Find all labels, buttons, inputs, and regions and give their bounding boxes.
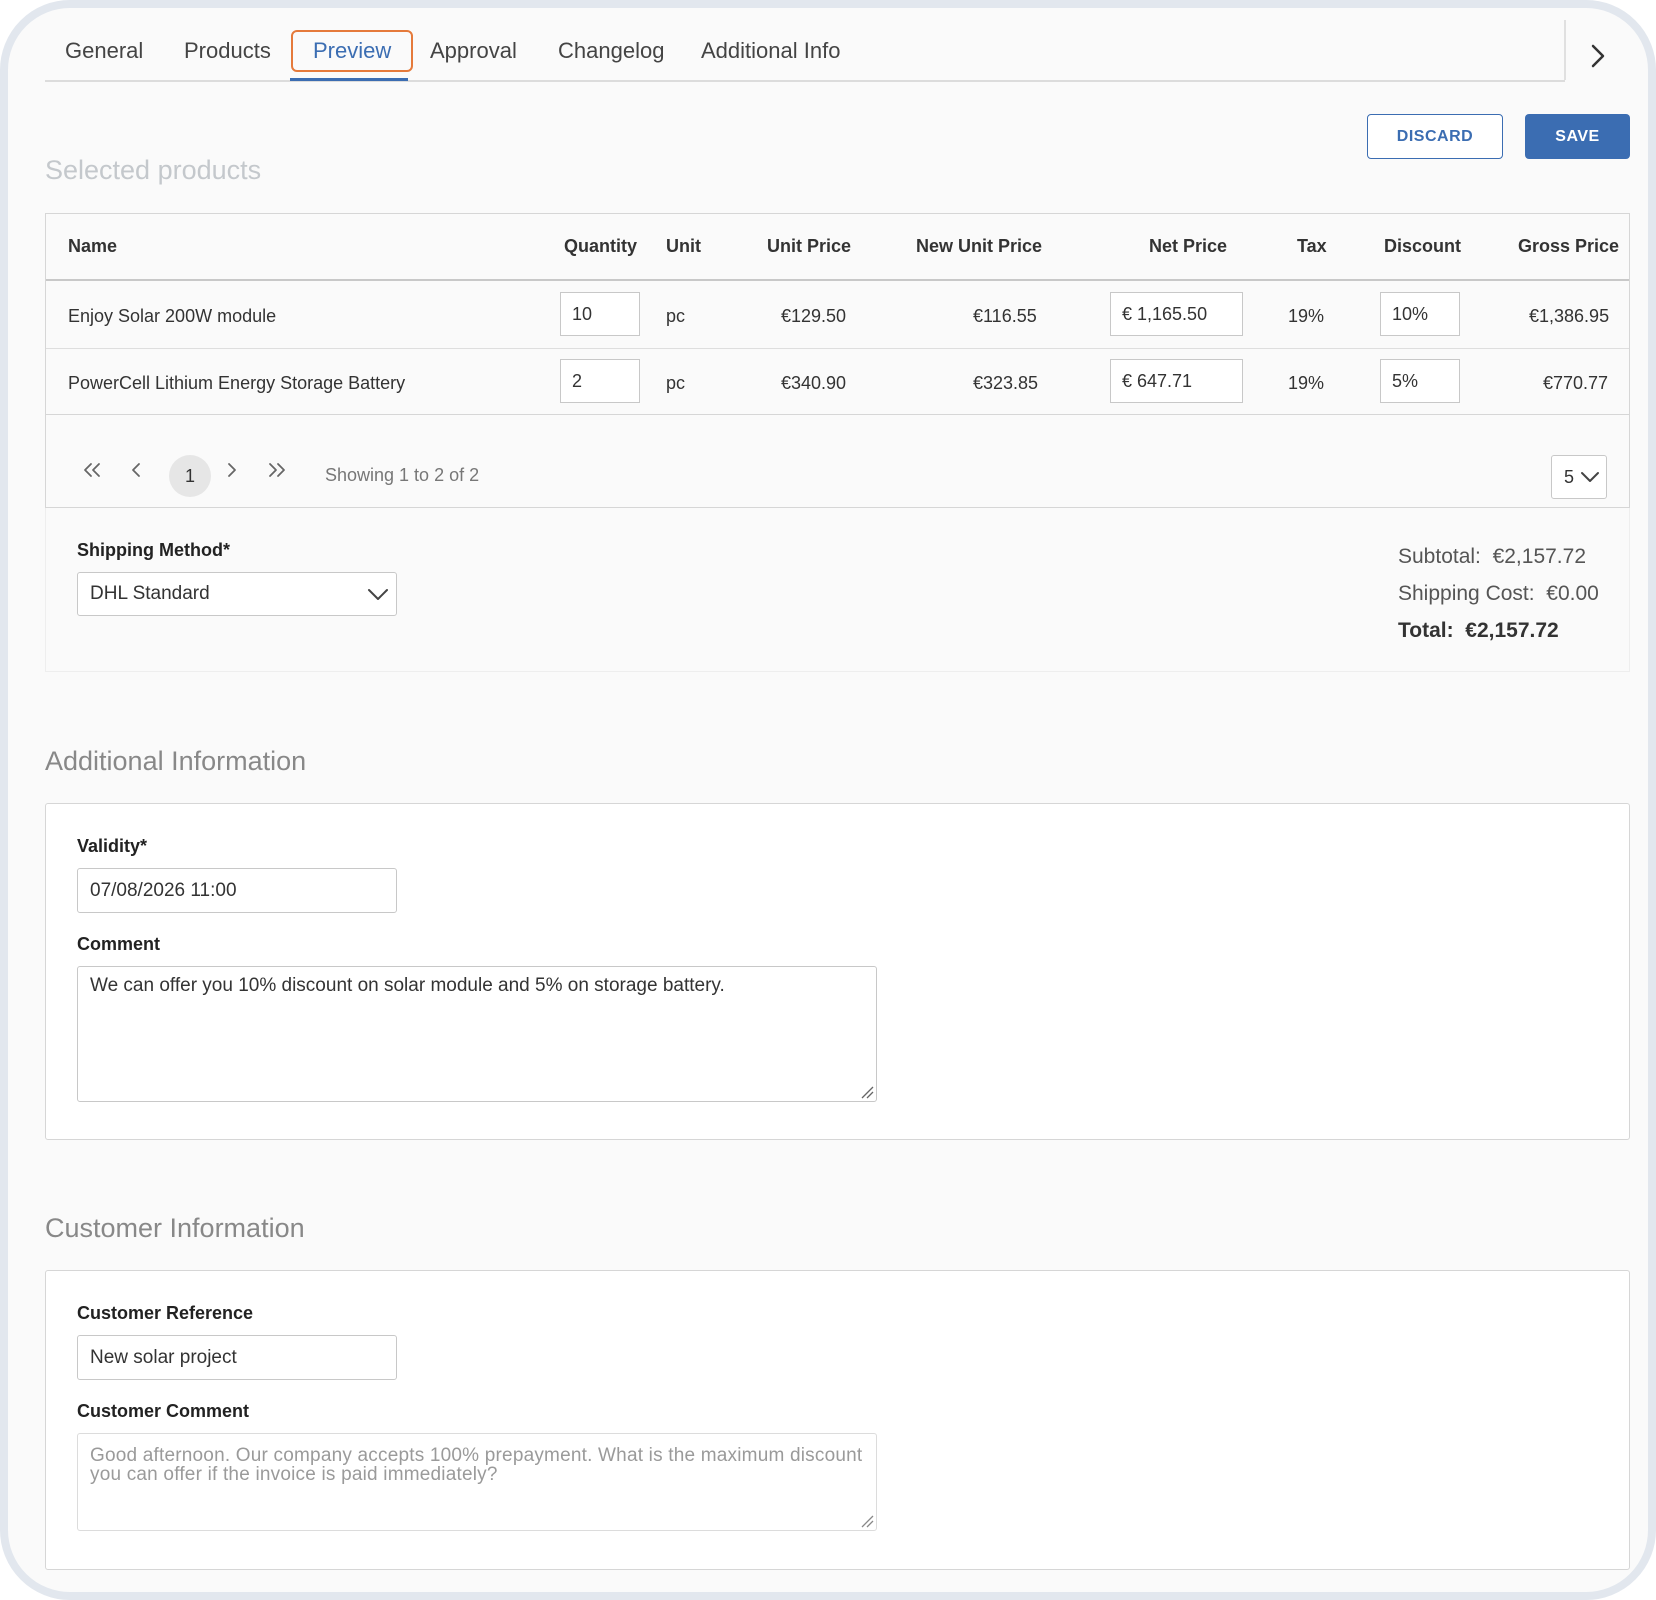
unit-price-cell: €340.90 (781, 373, 847, 393)
chevron-down-icon (368, 589, 388, 600)
tab-changelog[interactable]: Changelog (538, 30, 684, 72)
shipping-method-value: DHL Standard (90, 583, 210, 604)
next-page-icon[interactable] (218, 457, 244, 483)
tab-additional-info[interactable]: Additional Info (681, 30, 860, 72)
subtotal-label: Subtotal: (1398, 545, 1481, 568)
product-name: Enjoy Solar 200W module (68, 306, 277, 326)
customer-information-title: Customer Information (45, 1213, 305, 1243)
order-totals: Subtotal: €2,157.72 Shipping Cost: €0.00… (1398, 538, 1599, 649)
tax-cell: 19% (1288, 306, 1325, 326)
new-unit-price-cell: €323.85 (973, 373, 1039, 393)
quantity-input[interactable]: 2 (560, 359, 640, 403)
discount-input[interactable]: 5% (1380, 359, 1460, 403)
previous-page-icon[interactable] (124, 457, 150, 483)
subtotal-value: €2,157.72 (1492, 545, 1587, 568)
first-page-icon[interactable] (79, 457, 105, 483)
chevron-right-icon[interactable] (1583, 36, 1613, 76)
total-value: €2,157.72 (1465, 619, 1559, 642)
resize-handle-icon (861, 1515, 874, 1528)
total-label: Total: (1398, 619, 1454, 642)
comment-label: Comment (77, 934, 161, 954)
discount-input[interactable]: 10% (1380, 292, 1460, 336)
pagination-info: Showing 1 to 2 of 2 (325, 465, 480, 485)
current-page-button[interactable]: 1 (169, 455, 211, 497)
shipping-method-select[interactable]: DHL Standard (77, 572, 397, 616)
products-table: Name Quantity Unit Unit Price New Unit P… (45, 213, 1630, 508)
column-header-name: Name (68, 236, 118, 256)
row-divider (46, 348, 1629, 349)
gross-price-cell: €1,386.95 (1529, 306, 1610, 326)
header-divider (46, 279, 1629, 281)
column-header-new-unit-price: New Unit Price (916, 236, 1043, 256)
tabs-divider (1564, 20, 1566, 80)
net-price-input[interactable]: € 647.71 (1110, 359, 1243, 403)
last-page-icon[interactable] (264, 457, 290, 483)
unit-cell: pc (666, 306, 686, 326)
shipping-section: Shipping Method* DHL Standard Subtotal: … (45, 508, 1630, 672)
gross-price-cell: €770.77 (1543, 373, 1609, 393)
customer-reference-input[interactable]: New solar project (77, 1335, 397, 1380)
chevron-down-icon (1581, 472, 1599, 482)
tax-cell: 19% (1288, 373, 1325, 393)
shipping-method-label: Shipping Method* (77, 540, 230, 560)
app-window: General Products Preview Approval Change… (0, 0, 1656, 1600)
new-unit-price-cell: €116.55 (973, 306, 1037, 326)
unit-cell: pc (666, 373, 686, 393)
customer-comment-textarea: Good afternoon. Our company accepts 100%… (77, 1433, 877, 1531)
column-header-unit-price: Unit Price (767, 236, 852, 256)
column-header-gross-price: Gross Price (1518, 236, 1620, 256)
page-size-select[interactable]: 5 (1551, 455, 1607, 499)
tab-approval[interactable]: Approval (410, 30, 537, 72)
customer-information-card: Customer Reference New solar project Cus… (45, 1270, 1630, 1570)
shipping-cost-value: €0.00 (1546, 582, 1599, 605)
page-size-value: 5 (1564, 467, 1575, 487)
column-header-discount: Discount (1384, 236, 1462, 256)
comment-textarea[interactable]: We can offer you 10% discount on solar m… (77, 966, 877, 1102)
net-price-input[interactable]: € 1,165.50 (1110, 292, 1243, 336)
column-header-unit: Unit (666, 236, 701, 256)
product-name: PowerCell Lithium Energy Storage Battery (68, 373, 406, 393)
discard-button[interactable]: DISCARD (1367, 114, 1503, 159)
quantity-input[interactable]: 10 (560, 292, 640, 336)
additional-information-card: Validity* 07/08/2026 11:00 Comment We ca… (45, 803, 1630, 1140)
validity-input[interactable]: 07/08/2026 11:00 (77, 868, 397, 913)
additional-information-title: Additional Information (45, 746, 307, 776)
active-tab-indicator (290, 78, 408, 81)
tab-bar: General Products Preview Approval Change… (45, 20, 1565, 82)
resize-handle-icon[interactable] (860, 1085, 874, 1099)
save-button[interactable]: SAVE (1525, 114, 1630, 159)
column-header-tax: Tax (1297, 236, 1327, 256)
customer-comment-text: Good afternoon. Our company accepts 100%… (90, 1445, 863, 1485)
column-header-net-price: Net Price (1149, 236, 1228, 256)
unit-price-cell: €129.50 (781, 306, 847, 326)
tab-general[interactable]: General (45, 30, 163, 72)
customer-comment-label: Customer Comment (77, 1401, 250, 1421)
validity-label: Validity* (77, 836, 148, 856)
selected-products-title: Selected products (45, 155, 262, 185)
customer-reference-label: Customer Reference (77, 1303, 254, 1323)
pagination: 1 Showing 1 to 2 of 2 5 (46, 429, 1629, 509)
tab-preview[interactable]: Preview (291, 30, 414, 72)
shipping-cost-label: Shipping Cost: (1398, 582, 1535, 605)
comment-text: We can offer you 10% discount on solar m… (90, 975, 725, 996)
row-divider (46, 414, 1629, 415)
column-header-quantity: Quantity (564, 236, 638, 256)
tab-products[interactable]: Products (164, 30, 291, 72)
